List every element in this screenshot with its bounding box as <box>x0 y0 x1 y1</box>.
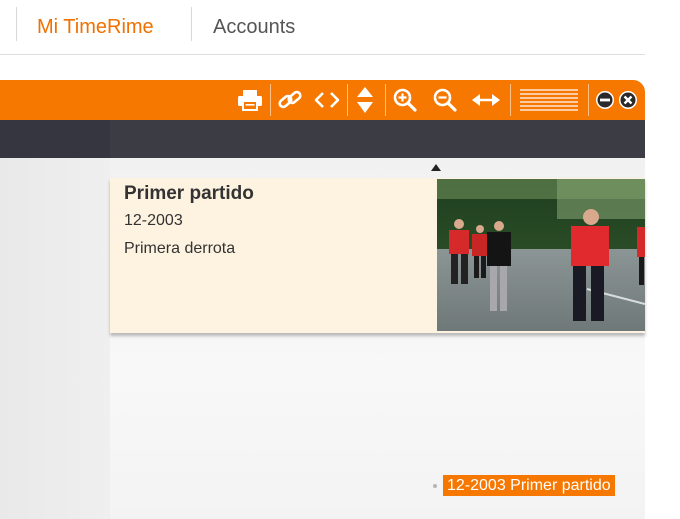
soccer-photo-icon <box>437 179 645 331</box>
event-description: Primera derrota <box>124 240 236 257</box>
timeline-event-marker[interactable]: 12-2003 Primer partido <box>443 475 615 496</box>
zoom-in-icon <box>392 87 418 113</box>
print-icon <box>237 88 263 112</box>
toolbar-separator <box>510 84 511 116</box>
nav-link-mi-timerime[interactable]: Mi TimeRime <box>37 15 154 39</box>
link-icon <box>277 88 303 112</box>
toolbar-separator <box>270 84 271 116</box>
timeline-left-panel <box>0 158 110 519</box>
event-date: 12-2003 <box>124 212 183 229</box>
event-title: Primer partido <box>124 183 254 204</box>
vertical-resize-button[interactable] <box>350 83 380 117</box>
timeline-header-band <box>0 120 645 158</box>
minimize-icon <box>595 90 615 110</box>
zoom-out-button[interactable] <box>429 83 461 117</box>
close-icon <box>618 90 638 110</box>
embed-code-icon <box>312 88 342 112</box>
timeline-toolbar <box>0 80 645 120</box>
toolbar-separator <box>588 84 589 116</box>
vertical-resize-icon <box>355 86 375 114</box>
print-button[interactable] <box>232 83 268 117</box>
horizontal-resize-button[interactable] <box>466 83 506 117</box>
minimize-button[interactable] <box>594 83 616 117</box>
timeline-header-left <box>0 120 110 158</box>
layout-lines-icon <box>518 87 580 113</box>
card-pointer-icon <box>431 164 441 171</box>
nav-separator <box>191 7 192 41</box>
event-card[interactable]: Primer partido 12-2003 Primera derrota <box>110 178 645 333</box>
timeline-marker-dot <box>433 484 437 488</box>
event-photo[interactable] <box>437 179 645 331</box>
embed-code-button[interactable] <box>308 83 346 117</box>
nav-separator <box>16 7 17 41</box>
zoom-out-icon <box>432 87 458 113</box>
layout-lines-button[interactable] <box>514 83 584 117</box>
zoom-in-button[interactable] <box>389 83 421 117</box>
link-button[interactable] <box>274 83 306 117</box>
horizontal-resize-icon <box>471 90 501 110</box>
toolbar-separator <box>347 84 348 116</box>
close-button[interactable] <box>617 83 639 117</box>
toolbar-separator <box>385 84 386 116</box>
top-navigation: Mi TimeRime Accounts <box>0 0 645 55</box>
nav-link-accounts[interactable]: Accounts <box>213 15 295 39</box>
